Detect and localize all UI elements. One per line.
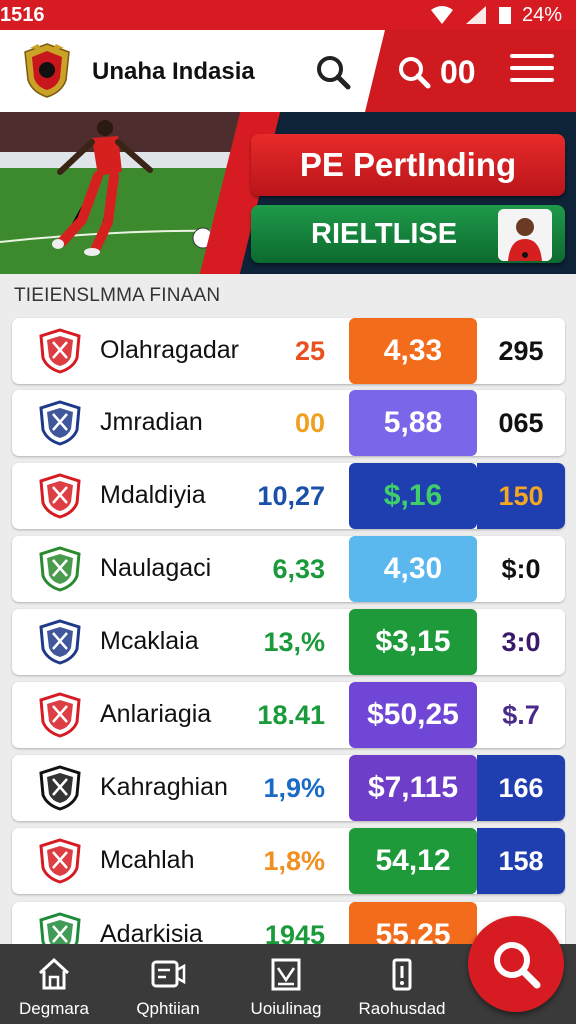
team-name: Kahraghian	[100, 773, 228, 801]
nav-item-calendar[interactable]: Uoiulinag	[228, 944, 344, 1024]
status-time: 1516	[0, 3, 45, 26]
team-name: Naulagaci	[100, 554, 212, 582]
team-extra: $.7	[477, 682, 565, 748]
team-extra: 166	[477, 755, 565, 821]
team-value: 54,12	[349, 828, 477, 894]
team-name: Mdaldiyia	[100, 481, 206, 509]
nav-item-home[interactable]: Degmara	[0, 944, 108, 1024]
calendar-icon	[271, 958, 301, 991]
nav-item-video[interactable]: Qphtiian	[108, 944, 228, 1024]
team-stat: 1,8%	[263, 846, 325, 876]
team-row[interactable]: Anlariagia 18.41 $50,25 $.7	[12, 682, 565, 748]
nav-label: Raohusdad	[358, 999, 446, 1018]
player-avatar[interactable]	[498, 209, 552, 261]
team-value: $50,25	[349, 682, 477, 748]
trophy-icon	[392, 958, 412, 991]
team-name: Mcahlah	[100, 846, 195, 874]
team-value: 4,33	[349, 318, 477, 384]
team-stat: 13,%	[263, 627, 325, 657]
search-icon[interactable]	[313, 52, 353, 92]
team-extra: 158	[477, 828, 565, 894]
nav-label: Qphtiian	[136, 999, 200, 1018]
team-row[interactable]: Olahragadar 25 4,33 295	[12, 318, 565, 384]
team-value: $7,115	[349, 755, 477, 821]
team-row[interactable]: Mcahlah 1,8% 54,12 158	[12, 828, 565, 894]
search-icon[interactable]	[396, 54, 432, 90]
wifi-icon	[430, 6, 453, 24]
app-header: Unaha Indasia 00	[0, 30, 576, 112]
header-count: 00	[440, 54, 476, 90]
team-extra: 3:0	[477, 609, 565, 675]
team-row[interactable]: Mcaklaia 13,% $3,15 3:0	[12, 609, 565, 675]
primary-action-button[interactable]: PE PertInding	[251, 134, 565, 196]
team-value: $,16	[349, 463, 477, 529]
team-crest-icon	[39, 692, 81, 738]
team-extra: 150	[477, 463, 565, 529]
team-stat: 10,27	[257, 481, 325, 511]
team-name: Jmradian	[100, 408, 203, 436]
team-row[interactable]: Jmradian 00 5,88 065	[12, 390, 565, 456]
search-fab-button[interactable]	[468, 916, 564, 1012]
section-title: TIEIENSLMMA FINAAN	[14, 285, 221, 306]
team-value: $3,15	[349, 609, 477, 675]
team-crest-icon	[39, 400, 81, 446]
nav-label: Uoiulinag	[250, 999, 322, 1018]
team-name: Mcaklaia	[100, 627, 199, 655]
team-crest-icon	[39, 473, 81, 519]
nav-label: Degmara	[19, 999, 89, 1018]
team-value: 5,88	[349, 390, 477, 456]
team-name: Anlariagia	[100, 700, 212, 728]
battery-icon	[498, 7, 511, 24]
status-icons: 24%	[430, 4, 562, 27]
status-bar: 1516 24%	[0, 0, 576, 30]
team-crest-icon	[39, 328, 81, 374]
team-stat: 1,9%	[263, 773, 325, 803]
team-stat: 25	[294, 336, 325, 366]
home-icon	[38, 957, 70, 990]
team-crest-icon	[39, 619, 81, 665]
team-stat: 18.41	[257, 700, 325, 730]
team-row[interactable]: Naulagaci 6,33 4,30 $:0	[12, 536, 565, 602]
nav-item-trophy[interactable]: Raohusdad	[344, 944, 460, 1024]
team-row[interactable]: Mdaldiyia 10,27 $,16 150	[12, 463, 565, 529]
hamburger-menu-icon[interactable]	[510, 54, 554, 88]
club-crest-logo	[24, 43, 70, 98]
video-icon	[151, 960, 186, 988]
team-crest-icon	[39, 546, 81, 592]
team-name: Olahragadar	[100, 336, 239, 364]
team-value: 4,30	[349, 536, 477, 602]
team-extra: 065	[477, 390, 565, 456]
team-stat: 6,33	[272, 554, 325, 584]
team-extra: $:0	[477, 536, 565, 602]
team-row[interactable]: Kahraghian 1,9% $7,115 166	[12, 755, 565, 821]
team-extra: 295	[477, 318, 565, 384]
team-crest-icon	[39, 838, 81, 884]
team-crest-icon	[39, 765, 81, 811]
search-icon	[494, 942, 541, 989]
app-title: Unaha Indasia	[92, 58, 255, 85]
battery-percent: 24%	[521, 3, 562, 26]
signal-icon	[465, 6, 486, 24]
team-stat: 00	[294, 408, 325, 438]
